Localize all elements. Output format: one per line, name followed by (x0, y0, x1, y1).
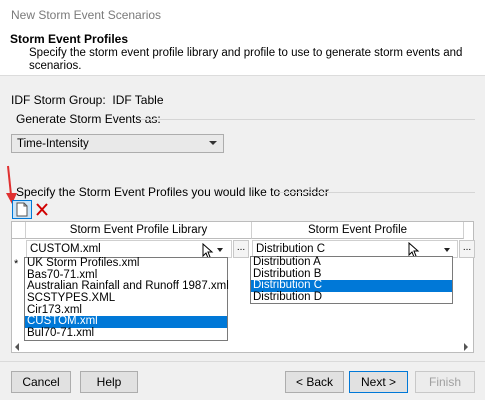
delete-x-icon (36, 203, 48, 216)
group-divider (276, 192, 475, 193)
idf-storm-group-label: IDF Storm Group: IDF Table (11, 93, 164, 107)
column-header-library[interactable]: Storm Event Profile Library (26, 222, 252, 239)
profile-browse-button[interactable]: ... (459, 240, 475, 258)
window-title: New Storm Event Scenarios (0, 0, 485, 29)
library-browse-button[interactable]: ... (233, 240, 249, 258)
new-profile-button[interactable] (12, 200, 32, 219)
footer-divider (0, 361, 485, 362)
help-button[interactable]: Help (80, 371, 138, 393)
library-option[interactable]: UK Storm Profiles.xml (25, 257, 227, 270)
row-header-corner (12, 222, 26, 239)
profile-dropdown-list[interactable]: Distribution A Distribution B Distributi… (250, 256, 453, 304)
library-cell-select[interactable]: CUSTOM.xml (26, 240, 232, 259)
column-header-profile[interactable]: Storm Event Profile (252, 222, 464, 239)
chevron-down-icon (209, 141, 217, 145)
profile-option[interactable]: Distribution A (251, 256, 452, 269)
library-dropdown-list[interactable]: UK Storm Profiles.xml Bas70-71.xml Austr… (24, 257, 229, 341)
profile-option[interactable]: Distribution D (251, 291, 452, 304)
library-option[interactable]: Bul70-71.xml (25, 327, 227, 340)
group-divider (140, 119, 475, 120)
chevron-down-icon (444, 248, 450, 252)
page-description: Specify the storm event profile library … (29, 47, 463, 72)
page-title: Storm Event Profiles (10, 32, 129, 46)
new-row-marker: * (14, 258, 19, 270)
library-option[interactable]: SCSTYPES.XML (25, 292, 227, 305)
finish-button[interactable]: Finish (415, 371, 475, 393)
scroll-left-icon[interactable] (15, 343, 19, 351)
cancel-button[interactable]: Cancel (11, 371, 71, 393)
generate-as-select[interactable]: Time-Intensity (11, 134, 224, 153)
new-document-icon (16, 202, 28, 217)
back-button[interactable]: < Back (285, 371, 344, 393)
delete-profile-button[interactable] (34, 201, 50, 218)
chevron-down-icon (217, 248, 223, 252)
idf-storm-group-value: IDF Table (112, 93, 164, 107)
scroll-right-icon[interactable] (464, 343, 468, 351)
wizard-header: Storm Event Profiles Specify the storm e… (0, 29, 485, 76)
next-button[interactable]: Next > (349, 371, 408, 393)
